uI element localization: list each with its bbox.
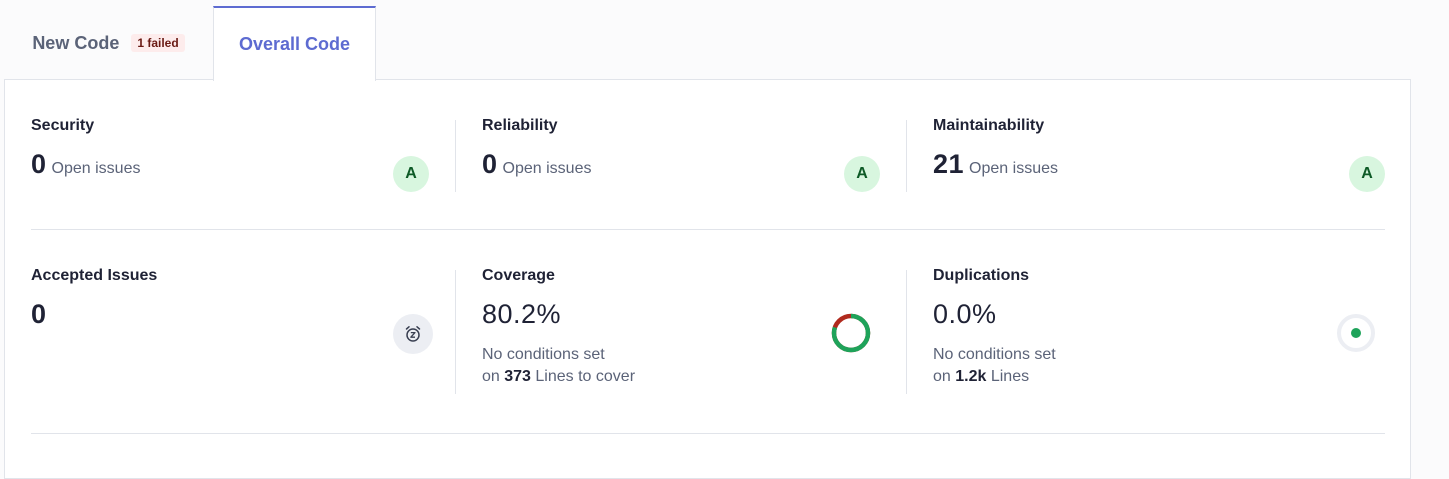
tab-bar: New Code 1 failed Overall Code [0, 0, 1449, 81]
duplications-label: Duplications [933, 267, 1030, 284]
maintainability-card[interactable]: Maintainability 21 Open issues [933, 117, 1333, 180]
divider [455, 270, 456, 394]
row-divider [31, 433, 1385, 434]
maintainability-sub: Open issues [969, 160, 1058, 177]
accepted-issues-card[interactable]: Accepted Issues 0 [31, 267, 431, 330]
measures-panel: Security 0 Open issues A Reliability 0 O… [4, 79, 1411, 479]
reliability-sub: Open issues [502, 160, 592, 177]
tab-new-code[interactable]: New Code 1 failed [4, 6, 213, 80]
duplications-dot-icon [1336, 313, 1376, 353]
tab-new-code-label: New Code [32, 32, 120, 53]
accepted-issues-value[interactable]: 0 [31, 299, 47, 330]
coverage-note-prefix: on [482, 368, 500, 385]
divider [906, 270, 907, 394]
security-sub: Open issues [51, 160, 141, 177]
coverage-note-suffix: Lines to cover [535, 368, 636, 385]
security-card[interactable]: Security 0 Open issues [31, 117, 431, 180]
accepted-issues-label: Accepted Issues [31, 267, 158, 284]
maintainability-label: Maintainability [933, 117, 1045, 134]
coverage-note-line1: No conditions set [482, 346, 605, 363]
reliability-card[interactable]: Reliability 0 Open issues [482, 117, 882, 180]
reliability-grade[interactable]: A [844, 156, 880, 192]
coverage-donut-icon [829, 311, 873, 355]
divider [906, 120, 907, 192]
coverage-lines-count[interactable]: 373 [504, 368, 531, 385]
divider [455, 120, 456, 192]
security-grade[interactable]: A [393, 156, 429, 192]
tab-overall-code[interactable]: Overall Code [213, 6, 376, 81]
security-value[interactable]: 0 [31, 149, 47, 180]
duplications-note-suffix: Lines [990, 368, 1030, 385]
alarm-snooze-icon [393, 314, 433, 354]
row-divider [31, 229, 1385, 230]
duplications-note-prefix: on [933, 368, 951, 385]
duplications-value[interactable]: 0.0% [933, 299, 997, 330]
duplications-note-line1: No conditions set [933, 346, 1056, 363]
maintainability-grade[interactable]: A [1349, 156, 1385, 192]
coverage-note: No conditions set on 373 Lines to cover [482, 344, 882, 388]
duplications-note: No conditions set on 1.2k Lines [933, 344, 1333, 388]
reliability-value[interactable]: 0 [482, 149, 498, 180]
coverage-value[interactable]: 80.2% [482, 299, 561, 330]
maintainability-value[interactable]: 21 [933, 149, 964, 180]
tab-overall-code-label: Overall Code [238, 34, 351, 54]
failed-badge: 1 failed [131, 34, 185, 52]
security-label: Security [31, 117, 95, 134]
duplications-lines-count[interactable]: 1.2k [955, 368, 986, 385]
reliability-label: Reliability [482, 117, 558, 134]
coverage-card[interactable]: Coverage 80.2% No conditions set on 373 … [482, 267, 882, 388]
duplications-card[interactable]: Duplications 0.0% No conditions set on 1… [933, 267, 1333, 388]
coverage-label: Coverage [482, 267, 555, 284]
